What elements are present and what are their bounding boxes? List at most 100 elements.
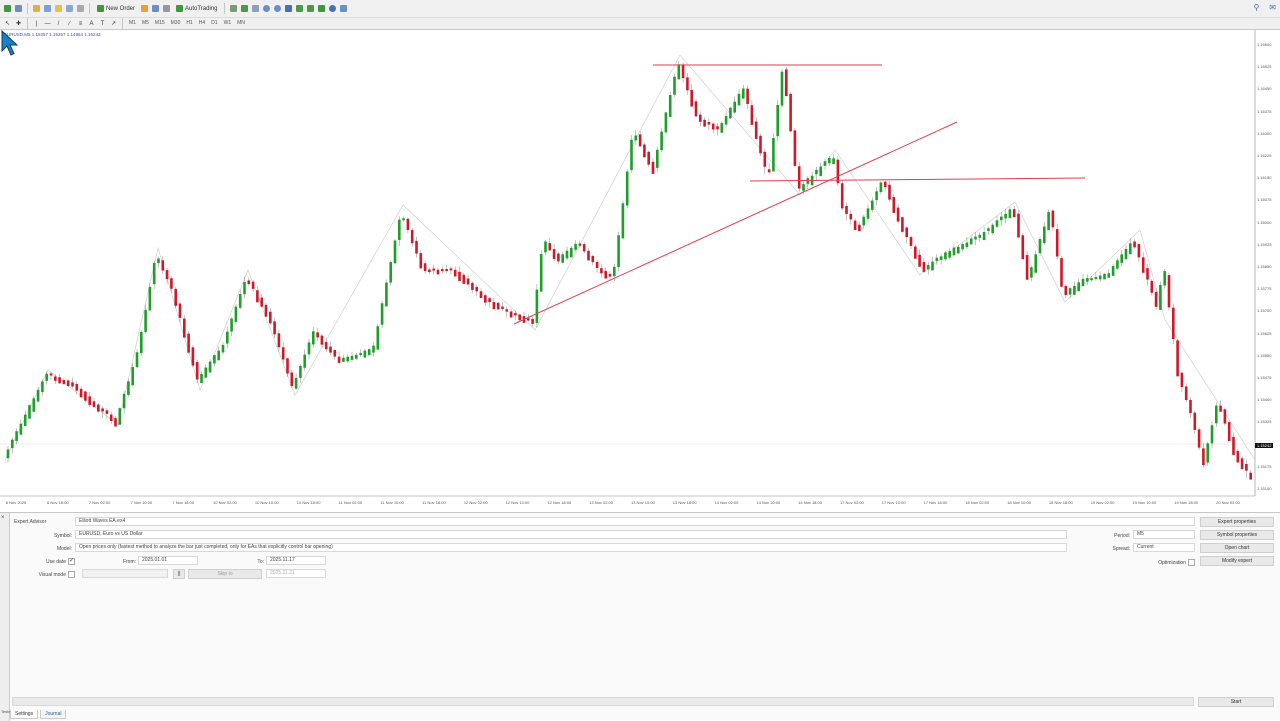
timeframe-button-h1[interactable]: H1 xyxy=(184,18,194,30)
chat-icon[interactable]: ✉ xyxy=(1269,3,1276,12)
cursor-icon[interactable]: ↖ xyxy=(3,18,12,30)
period-select[interactable]: M5 xyxy=(1133,530,1195,539)
channel-icon[interactable]: ∕ xyxy=(65,18,74,30)
market-watch-icon[interactable] xyxy=(32,3,41,15)
new-chart-icon[interactable] xyxy=(3,3,12,15)
candlestick-icon[interactable] xyxy=(240,3,249,15)
visual-speed-slider[interactable] xyxy=(82,569,168,578)
bull-candle xyxy=(1008,209,1012,219)
timeframe-button-m30[interactable]: M30 xyxy=(169,18,183,30)
fibonacci-icon[interactable]: ≡ xyxy=(76,18,85,30)
tab-journal[interactable]: Journal xyxy=(40,710,67,719)
model-select[interactable]: Open prices only (fastest method to anal… xyxy=(75,543,1067,552)
text-icon[interactable]: A xyxy=(87,18,96,30)
skip-to-date-input[interactable]: 2025.11.21 xyxy=(266,569,326,578)
bear-candle xyxy=(58,377,61,384)
settings-icon[interactable] xyxy=(162,3,171,15)
metaeditor-icon[interactable] xyxy=(140,3,149,15)
spread-select[interactable]: Current xyxy=(1133,543,1195,552)
symbol-select[interactable]: EURUSD, Euro vs US Dollar xyxy=(75,530,1067,539)
toolbar-divider xyxy=(89,3,90,14)
timeframe-button-m1[interactable]: M1 xyxy=(127,18,138,30)
tile-windows-icon[interactable] xyxy=(284,3,293,15)
bull-candle xyxy=(991,224,994,234)
to-date-input[interactable]: 2025.11.17 xyxy=(266,556,326,565)
data-window-icon[interactable] xyxy=(43,3,52,15)
templates-icon[interactable] xyxy=(339,3,348,15)
symbol-properties-button[interactable]: Symbol properties xyxy=(1200,530,1274,540)
tester-icon[interactable] xyxy=(76,3,85,15)
arrows-icon[interactable]: ↗ xyxy=(109,18,118,30)
timeframe-button-m5[interactable]: M5 xyxy=(140,18,151,30)
bull-candle xyxy=(45,373,48,381)
from-date-input[interactable]: 2025.01.01 xyxy=(138,556,198,565)
zoom-out-icon[interactable] xyxy=(273,3,282,15)
bear-candle xyxy=(548,243,552,251)
bear-candle xyxy=(1227,422,1231,442)
bear-candle xyxy=(453,269,457,277)
bear-candle xyxy=(281,347,285,360)
close-icon[interactable]: × xyxy=(1,515,5,521)
modify-expert-button[interactable]: Modify expert xyxy=(1200,556,1274,566)
terminal-icon[interactable] xyxy=(65,3,74,15)
profiles-icon[interactable] xyxy=(14,3,23,15)
time-axis-label: 10 Nov 02:00 xyxy=(213,500,237,505)
bull-candle xyxy=(204,367,208,378)
bear-candle xyxy=(488,298,491,302)
timeframe-button-d1[interactable]: D1 xyxy=(209,18,219,30)
crosshair-icon[interactable]: ✚ xyxy=(14,18,23,30)
bull-candle xyxy=(1068,288,1072,295)
timeframe-button-mn[interactable]: MN xyxy=(235,18,247,30)
new-order-button[interactable]: New Order xyxy=(94,3,138,15)
navigator-icon[interactable] xyxy=(54,3,63,15)
zoom-in-icon[interactable] xyxy=(262,3,271,15)
label-icon[interactable]: T xyxy=(98,18,107,30)
time-axis-label: 14 Nov 02:00 xyxy=(714,500,739,505)
visual-mode-checkbox[interactable] xyxy=(68,571,75,578)
chart-canvas[interactable] xyxy=(0,30,1280,512)
tab-settings[interactable]: Settings xyxy=(10,710,39,719)
use-date-checkbox[interactable]: ✓ xyxy=(68,558,75,565)
autoscroll-icon[interactable] xyxy=(306,3,315,15)
start-button[interactable]: Start xyxy=(1198,697,1274,707)
price-axis-label: 1.15775 xyxy=(1257,286,1272,292)
bear-candle xyxy=(195,362,199,380)
timeframe-button-m15[interactable]: M15 xyxy=(153,18,167,30)
line-chart-icon[interactable] xyxy=(251,3,260,15)
bear-candle xyxy=(901,217,904,232)
vertical-line-icon[interactable]: | xyxy=(32,18,41,30)
horizontal-line-icon[interactable]: — xyxy=(43,18,52,30)
optimization-checkbox[interactable] xyxy=(1188,559,1195,566)
bear-candle xyxy=(1064,285,1068,296)
expert-select[interactable]: Elliott Waves EA.ex4 xyxy=(75,517,1195,526)
price-axis-label: 1.15475 xyxy=(1257,375,1272,380)
timeframe-button-h4[interactable]: H4 xyxy=(197,18,207,30)
price-axis-label: 1.15625 xyxy=(1257,330,1272,336)
open-chart-button[interactable]: Open chart xyxy=(1200,543,1274,553)
bear-candle xyxy=(88,396,91,405)
bull-candle xyxy=(634,135,638,141)
timeframe-button-w1[interactable]: W1 xyxy=(222,18,234,30)
bear-candle xyxy=(54,376,57,381)
timeframes-group: M1 M5 M15 M30 H1 H4 D1 W1 MN xyxy=(126,18,248,30)
chart-shift-icon[interactable] xyxy=(295,3,304,15)
periods-icon[interactable] xyxy=(328,3,337,15)
indicators-icon[interactable] xyxy=(317,3,326,15)
pause-button[interactable]: || xyxy=(173,569,185,579)
search-icon[interactable]: ⚲ xyxy=(1253,3,1259,12)
skip-to-button[interactable]: Skip to xyxy=(188,569,262,579)
bear-candle xyxy=(1017,213,1020,238)
bear-candle xyxy=(746,88,749,104)
bear-candle xyxy=(909,236,913,246)
bear-candle xyxy=(716,126,719,130)
bear-candle xyxy=(1202,448,1205,466)
bear-candle xyxy=(591,255,595,263)
bar-chart-icon[interactable] xyxy=(229,3,238,15)
signals-icon[interactable] xyxy=(151,3,160,15)
bull-candle xyxy=(213,355,216,364)
price-axis-label: 1.16075 xyxy=(1257,197,1272,203)
expert-properties-button[interactable]: Expert properties xyxy=(1200,517,1274,527)
trendline-icon[interactable]: / xyxy=(54,18,63,30)
autotrading-button[interactable]: AutoTrading xyxy=(173,3,220,15)
price-chart[interactable]: EURUSD,M5 1.15257 1.15267 1.14964 1.1524… xyxy=(0,30,1280,512)
